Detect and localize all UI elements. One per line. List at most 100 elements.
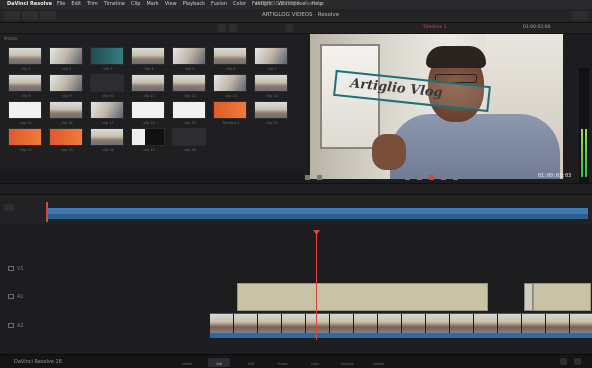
media-clip-thumbnail[interactable]: clip 13 — [213, 74, 247, 98]
media-clip-thumbnail[interactable]: clip 1 — [8, 47, 42, 71]
next-clip-icon[interactable] — [441, 175, 446, 180]
media-clip-name: clip 18 — [143, 121, 155, 125]
media-clip-name: clip 15 — [20, 121, 32, 125]
menu-fusion[interactable]: Fusion — [211, 0, 227, 9]
media-clip-thumbnail[interactable]: clip 3 — [90, 47, 124, 71]
media-clip-thumbnail[interactable]: clip 17 — [90, 101, 124, 125]
menu-trim[interactable]: Trim — [87, 0, 98, 9]
audio-clip[interactable] — [210, 333, 592, 338]
menu-timeline[interactable]: Timeline — [104, 0, 125, 9]
search-icon[interactable] — [285, 24, 293, 32]
media-clip-thumbnail[interactable]: Timeline 1 — [213, 101, 247, 125]
upper-audio-track[interactable] — [46, 214, 588, 219]
media-clip-name: clip 17 — [102, 121, 114, 125]
media-clip-thumbnail[interactable]: clip 8 — [8, 74, 42, 98]
media-clip-thumbnail[interactable]: clip 2 — [49, 47, 83, 71]
media-clip-name: clip 19 — [184, 121, 196, 125]
playhead[interactable] — [316, 232, 317, 340]
media-clip-thumbnail[interactable]: clip 9 — [49, 74, 83, 98]
page-media[interactable]: Media — [176, 358, 198, 367]
app-menu[interactable]: DaVinci Resolve — [7, 0, 52, 9]
video-frame-thumbnail — [426, 314, 449, 334]
sync-bin-button[interactable] — [22, 11, 38, 20]
video-frame-thumbnail — [570, 314, 592, 334]
media-clip-thumbnail[interactable]: clip 15 — [8, 101, 42, 125]
media-clip-thumbnail[interactable]: clip 5 — [172, 47, 206, 71]
video-frame-thumbnail — [210, 314, 233, 334]
video-frame-thumbnail — [234, 314, 257, 334]
resolve-logo: DaVinci Resolve 16 — [14, 359, 62, 365]
fit-icon[interactable] — [305, 175, 310, 180]
track-header-a2[interactable]: A2 — [8, 323, 24, 329]
media-clip-thumbnail[interactable]: clip 23 — [49, 128, 83, 152]
media-clip-name: clip 4 — [144, 67, 154, 71]
media-clip-thumbnail[interactable]: clip 21 — [254, 101, 288, 125]
grid-view-icon[interactable] — [218, 24, 226, 32]
home-icon[interactable] — [560, 358, 567, 365]
media-clip-thumbnail[interactable]: clip 6 — [213, 47, 247, 71]
viewer-timecode: 01:00:02:03 — [538, 173, 572, 179]
previous-clip-icon[interactable] — [405, 175, 410, 180]
toolbar: ARTIGLOG VIDEOS · Resolve — [0, 9, 592, 23]
viewer-title: Timeline 1 — [423, 25, 447, 30]
video-frame-thumbnail — [522, 314, 545, 334]
media-clip-name: clip 21 — [266, 121, 278, 125]
media-pool: Master clip 1 clip 2 clip 3 clip 4 clip 5 cli… — [0, 23, 305, 169]
page-color[interactable]: Color — [304, 358, 326, 367]
project-title: ARTIGLOG VIDEOS · Resolve — [262, 12, 340, 18]
video-frame-thumbnail — [282, 314, 305, 334]
page-edit[interactable]: Edit — [240, 358, 262, 367]
media-clip-thumbnail[interactable]: clip 12 — [172, 74, 206, 98]
menu-file[interactable]: File — [57, 0, 65, 9]
page-fairlight[interactable]: Fairlight — [336, 358, 358, 367]
menu-edit[interactable]: Edit — [71, 0, 81, 9]
menu-clip[interactable]: Clip — [131, 0, 140, 9]
media-clip-thumbnail[interactable]: clip 16 — [49, 101, 83, 125]
loop-icon[interactable] — [453, 175, 458, 180]
media-clip-thumbnail[interactable]: clip 22 — [8, 128, 42, 152]
video-frame-thumbnail — [354, 314, 377, 334]
video-frame-thumbnail — [378, 314, 401, 334]
media-clip-thumbnail[interactable]: clip 4 — [131, 47, 165, 71]
quick-export-button[interactable] — [572, 11, 588, 20]
media-clip-thumbnail[interactable]: clip 26 — [172, 128, 206, 152]
upper-playhead[interactable] — [46, 202, 48, 222]
track-header-v1[interactable]: V1 — [8, 266, 24, 272]
media-clip-name: clip 12 — [184, 94, 196, 98]
media-clip-thumbnail[interactable]: clip 25 — [131, 128, 165, 152]
media-pool-toggle-button[interactable] — [4, 11, 20, 20]
stop-icon[interactable] — [417, 175, 422, 180]
media-clip-thumbnail[interactable]: clip 7 — [254, 47, 288, 71]
track-label: A1 — [17, 294, 24, 300]
menu-color[interactable]: Color — [233, 0, 246, 9]
media-clip-name: clip 9 — [62, 94, 72, 98]
list-view-icon[interactable] — [229, 24, 237, 32]
title-clip[interactable] — [237, 283, 488, 311]
menu-playback[interactable]: Playback — [183, 0, 205, 9]
video-frame[interactable]: Artiglio Vlog — [310, 34, 563, 179]
media-clip-thumbnail[interactable]: clip 19 — [172, 101, 206, 125]
media-clip-name: clip 26 — [184, 148, 196, 152]
audio-track-icon — [8, 323, 14, 328]
timeline-toolbar — [0, 183, 592, 195]
menu-mark[interactable]: Mark — [146, 0, 158, 9]
media-clip-thumbnail[interactable]: clip 24 — [90, 128, 124, 152]
audio-track-icon — [8, 294, 14, 299]
layout-icon[interactable] — [317, 175, 322, 180]
media-clip-thumbnail[interactable]: clip 14 — [254, 74, 288, 98]
page-fusion[interactable]: Fusion — [272, 358, 294, 367]
page-cut[interactable]: Cut — [208, 358, 230, 367]
media-clip-thumbnail[interactable]: clip 18 — [131, 101, 165, 125]
media-clip-thumbnail[interactable]: clip 10 — [90, 74, 124, 98]
timeline-tools-icon[interactable] — [4, 204, 14, 211]
settings-icon[interactable] — [574, 358, 581, 365]
menu-view[interactable]: View — [165, 0, 177, 9]
title-clip-2[interactable] — [533, 283, 591, 311]
track-header-a1[interactable]: A1 — [8, 294, 24, 300]
play-icon[interactable] — [429, 175, 434, 180]
transitions-button[interactable] — [40, 11, 56, 20]
media-clip-thumbnail[interactable]: clip 11 — [131, 74, 165, 98]
transition-clip[interactable] — [524, 283, 533, 311]
media-clip-name: clip 5 — [185, 67, 195, 71]
page-deliver[interactable]: Deliver — [368, 358, 390, 367]
